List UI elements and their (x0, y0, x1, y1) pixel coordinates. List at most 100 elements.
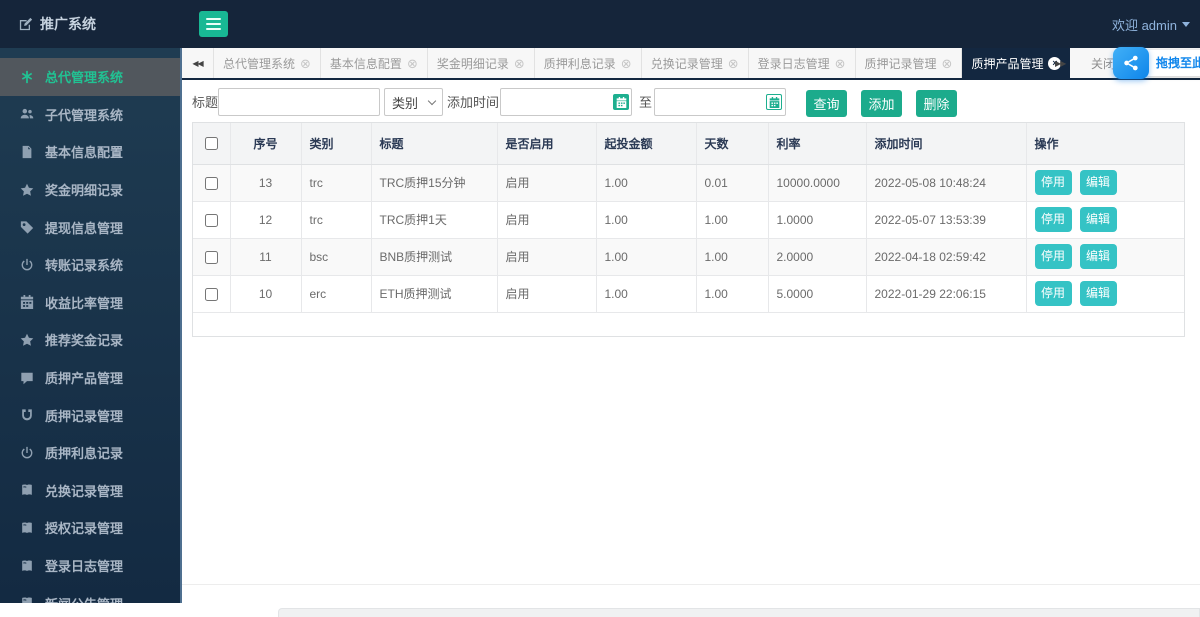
pencil-square-icon (18, 17, 33, 32)
sidebar-item-pledge-interest[interactable]: 质押利息记录 (0, 434, 180, 472)
brand-label: 推广系统 (40, 16, 96, 32)
title-filter-input[interactable] (218, 88, 380, 116)
cell-title: TRC质押1天 (371, 201, 498, 239)
cell-days: 1.00 (696, 275, 769, 313)
tab-close-icon[interactable]: ⊗ (407, 57, 418, 70)
tab-close-icon[interactable]: ⊗ (300, 57, 311, 70)
users-icon (20, 107, 35, 121)
header-cell-checkbox (193, 123, 231, 165)
sidebar-item-label: 转账记录系统 (45, 258, 124, 274)
edit-button[interactable]: 编辑 (1079, 170, 1117, 195)
book-icon (20, 483, 35, 497)
sidebar-item-label: 兑换记录管理 (45, 483, 124, 499)
cell-category: bsc (301, 238, 372, 276)
add-button[interactable]: 添加 (861, 90, 902, 117)
row-checkbox[interactable] (204, 176, 218, 190)
cell-actions: 停用 编辑 (1026, 275, 1184, 313)
sidebar-item-news-notice[interactable]: 新闻公告管理 (0, 584, 180, 603)
welcome-label: 欢迎 admin (1111, 17, 1177, 33)
sidebar-item-label: 质押记录管理 (45, 408, 124, 424)
row-checkbox-cell (193, 275, 231, 313)
tabs-scroll-left-button[interactable]: ◀◀ (182, 48, 213, 78)
cell-min_invest: 1.00 (596, 238, 697, 276)
sidebar-item-withdraw-info[interactable]: 提现信息管理 (0, 208, 180, 246)
edit-button[interactable]: 编辑 (1079, 244, 1117, 269)
row-checkbox[interactable] (204, 287, 218, 301)
sidebar-item-label: 新闻公告管理 (45, 594, 123, 603)
sidebar-item-login-log[interactable]: 登录日志管理 (0, 547, 180, 585)
power-icon (20, 258, 35, 272)
disable-button[interactable]: 停用 (1034, 281, 1072, 306)
cell-add_time: 2022-04-18 02:59:42 (866, 238, 1027, 276)
sidebar-item-sub-agent[interactable]: 子代管理系统 (0, 96, 180, 134)
cell-actions: 停用 编辑 (1026, 201, 1184, 239)
asterisk-icon (20, 70, 35, 84)
tab-基本信息配置[interactable]: 基本信息配置 ⊗ (321, 48, 428, 78)
cell-title: BNB质押测试 (371, 238, 498, 276)
user-menu[interactable]: 欢迎 admin (1112, 0, 1190, 48)
sidebar-item-transfer-record[interactable]: 转账记录系统 (0, 246, 180, 284)
tab-close-icon[interactable]: ⊗ (514, 57, 525, 70)
sidebar-item-auth-record[interactable]: 授权记录管理 (0, 509, 180, 547)
menu-toggle-button[interactable] (199, 11, 228, 37)
table-row: 10 erc ETH质押测试 启用 1.00 1.00 5.0000 2022-01-29 2… (193, 275, 1184, 313)
drag-upload-widget[interactable]: 拖拽至此上传 (1113, 47, 1200, 79)
tab-close-icon[interactable]: ⊗ (621, 57, 632, 70)
row-checkbox[interactable] (204, 250, 218, 264)
calendar-icon[interactable] (613, 94, 629, 110)
sidebar-item-bonus-detail[interactable]: 奖金明细记录 (0, 171, 180, 209)
delete-button[interactable]: 删除 (916, 90, 957, 117)
header-cell-起投金额: 起投金额 (596, 123, 697, 165)
sidebar-item-exchange-record[interactable]: 兑换记录管理 (0, 472, 180, 510)
category-select[interactable]: 类别 (384, 88, 443, 116)
file-icon (20, 145, 35, 159)
sidebar-item-profit-ratio[interactable]: 收益比率管理 (0, 284, 180, 322)
cell-add_time: 2022-05-08 10:48:24 (866, 164, 1027, 202)
cell-category: trc (301, 164, 372, 202)
tab-质押记录管理[interactable]: 质押记录管理 ⊗ (856, 48, 963, 78)
cell-add_time: 2022-05-07 13:53:39 (866, 201, 1027, 239)
cell-rate: 1.0000 (768, 201, 867, 239)
close-tabs-menu[interactable]: 关闭 (1091, 48, 1115, 78)
tab-登录日志管理[interactable]: 登录日志管理 ⊗ (749, 48, 856, 78)
tab-质押利息记录[interactable]: 质押利息记录 ⊗ (535, 48, 642, 78)
cell-enabled: 启用 (497, 164, 597, 202)
cell-category: trc (301, 201, 372, 239)
select-all-checkbox[interactable] (204, 137, 218, 151)
disable-button[interactable]: 停用 (1034, 170, 1072, 195)
cell-min_invest: 1.00 (596, 275, 697, 313)
sidebar-menu: 总代管理系统 子代管理系统 基本信息配置 奖金明细记录 提现信息管理转账记录系统收益比率… (0, 48, 180, 603)
sidebar-item-general-agent[interactable]: 总代管理系统 (0, 58, 180, 96)
tab-close-icon[interactable]: ⊗ (835, 57, 846, 70)
category-select-value: 类别 (392, 95, 419, 111)
disable-button[interactable]: 停用 (1034, 207, 1072, 232)
tab-奖金明细记录[interactable]: 奖金明细记录 ⊗ (428, 48, 535, 78)
disable-button[interactable]: 停用 (1034, 244, 1072, 269)
row-checkbox[interactable] (204, 213, 218, 227)
cell-rate: 2.0000 (768, 238, 867, 276)
sidebar-item-referral-bonus[interactable]: 推荐奖金记录 (0, 321, 180, 359)
sidebar-item-pledge-record[interactable]: 质押记录管理 (0, 396, 180, 434)
tab-label: 兑换记录管理 (650, 56, 723, 71)
tab-close-icon[interactable]: ⊗ (728, 57, 739, 70)
to-label: 至 (639, 94, 653, 110)
sidebar-item-label: 登录日志管理 (45, 559, 124, 575)
edit-button[interactable]: 编辑 (1079, 207, 1117, 232)
tab-兑换记录管理[interactable]: 兑换记录管理 ⊗ (642, 48, 749, 78)
addtime-filter-label: 添加时间 (447, 94, 500, 110)
cell-actions: 停用 编辑 (1026, 164, 1184, 202)
sidebar-item-basic-info[interactable]: 基本信息配置 (0, 133, 180, 171)
edit-button[interactable]: 编辑 (1079, 281, 1117, 306)
calendar-icon[interactable] (766, 94, 782, 110)
search-button[interactable]: 查询 (806, 90, 847, 117)
cell-min_invest: 1.00 (596, 201, 697, 239)
tab-bar: ◀◀ 总代管理系统 ⊗ 基本信息配置 ⊗ 奖金明细记录 ⊗ 质押利息记录 ⊗ 兑换记录管理 ⊗ 登录… (182, 48, 1200, 80)
tabs-scroll-right-button[interactable]: ▶▶ (1055, 48, 1066, 78)
drag-upload-label: 拖拽至此上传 (1144, 50, 1200, 76)
cell-no: 11 (230, 238, 302, 276)
tab-close-icon[interactable]: ⊗ (942, 57, 953, 70)
cell-rate: 5.0000 (768, 275, 867, 313)
sidebar-item-pledge-product[interactable]: 质押产品管理 (0, 359, 180, 397)
tab-总代管理系统[interactable]: 总代管理系统 ⊗ (213, 48, 321, 78)
share-nodes-icon[interactable] (1113, 47, 1149, 79)
